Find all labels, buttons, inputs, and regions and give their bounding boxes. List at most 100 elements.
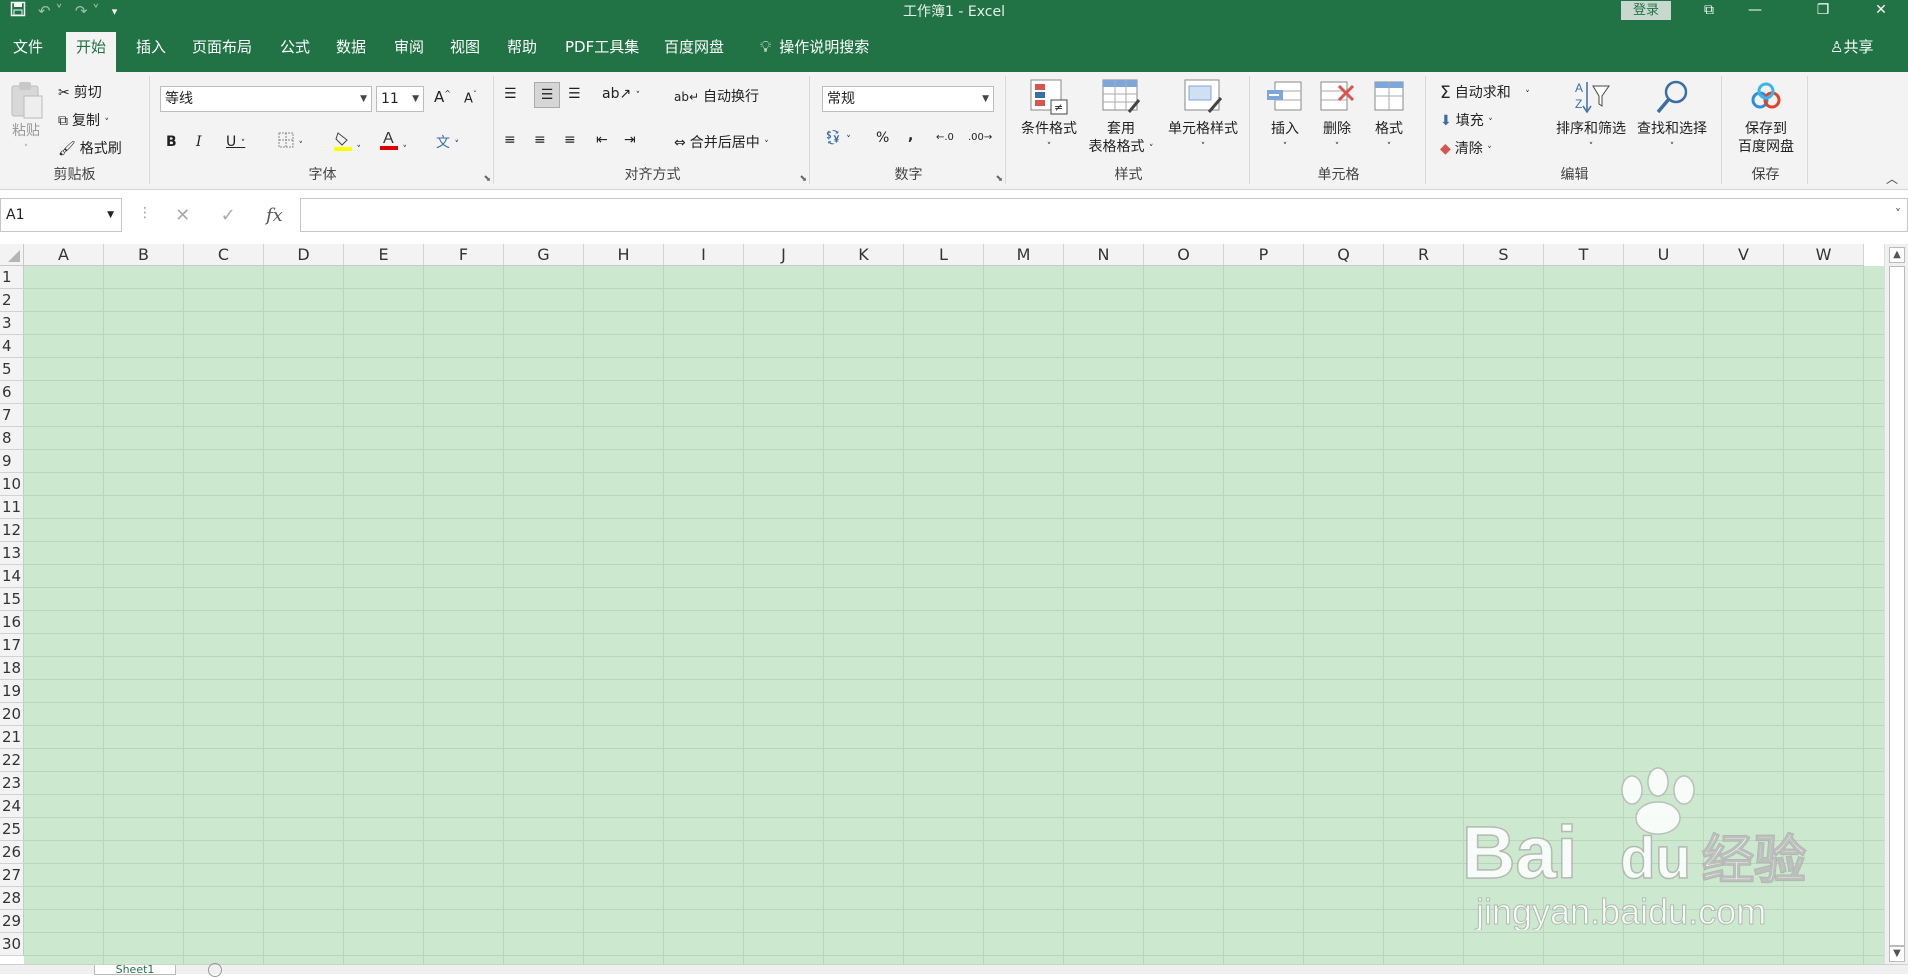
cell-area[interactable] [24,266,1884,964]
delete-cells-button[interactable]: 删除 ˅ [1314,78,1360,156]
middle-align-icon[interactable]: ☰ [534,82,560,108]
column-header-r[interactable]: R [1384,244,1464,266]
shrink-font-button[interactable]: Aˇ [464,90,477,106]
row-header-28[interactable]: 28 [0,887,24,910]
merge-center-button[interactable]: ⇔ 合并后居中 ˅ [674,132,769,152]
select-all-button[interactable] [0,244,24,266]
column-header-l[interactable]: L [904,244,984,266]
tab-help[interactable]: 帮助 [497,32,547,72]
row-header-15[interactable]: 15 [0,588,24,611]
row-header-3[interactable]: 3 [0,312,24,335]
row-header-19[interactable]: 19 [0,680,24,703]
chevron-down-icon[interactable]: ˅ [1895,207,1901,221]
percent-button[interactable]: % [876,130,889,146]
dialog-launcher-icon[interactable]: ⬊ [995,174,1003,184]
row-header-1[interactable]: 1 [0,266,24,289]
find-select-button[interactable]: 查找和选择 ˅ [1632,78,1712,156]
minimize-icon[interactable]: — [1732,0,1778,22]
bottom-align-icon[interactable]: ☰ [568,86,581,102]
dialog-launcher-icon[interactable]: ⬊ [483,174,491,184]
row-header-4[interactable]: 4 [0,335,24,358]
borders-button[interactable]: ˅ [278,132,303,152]
row-header-12[interactable]: 12 [0,519,24,542]
row-header-9[interactable]: 9 [0,450,24,473]
tab-baidu-netdisk[interactable]: 百度网盘 [654,32,734,72]
row-header-24[interactable]: 24 [0,795,24,818]
decrease-indent-icon[interactable]: ⇤ [596,132,608,148]
save-to-baidu-button[interactable]: 保存到 百度网盘 [1728,78,1804,156]
ribbon-display-icon[interactable]: ⧉ [1686,0,1732,22]
name-box[interactable]: A1 ▼ [0,198,122,232]
add-sheet-icon[interactable] [208,963,222,977]
italic-button[interactable]: I [196,134,202,150]
paste-button[interactable]: 粘贴 ˅ [6,80,46,158]
login-button[interactable]: 登录 [1621,1,1671,20]
row-header-6[interactable]: 6 [0,381,24,404]
row-header-23[interactable]: 23 [0,772,24,795]
tab-review[interactable]: 审阅 [384,32,434,72]
tab-page-layout[interactable]: 页面布局 [182,32,262,72]
row-header-16[interactable]: 16 [0,611,24,634]
column-header-n[interactable]: N [1064,244,1144,266]
row-header-22[interactable]: 22 [0,749,24,772]
row-header-14[interactable]: 14 [0,565,24,588]
row-header-8[interactable]: 8 [0,427,24,450]
fill-button[interactable]: ⬇ 填充 ˅ [1440,110,1493,130]
wrap-text-button[interactable]: ab↵ 自动换行 [674,86,759,106]
format-painter-button[interactable]: 🖌︎ 格式刷 [58,138,122,158]
tab-pdf-tools[interactable]: PDF工具集 [555,32,649,72]
clear-button[interactable]: ◆ 清除 ˅ [1440,138,1492,158]
tab-view[interactable]: 视图 [440,32,490,72]
orientation-icon[interactable]: ab↗ ˅ [602,86,640,102]
tab-insert[interactable]: 插入 [126,32,176,72]
scroll-thumb[interactable] [1889,266,1905,946]
column-header-v[interactable]: V [1704,244,1784,266]
row-header-2[interactable]: 2 [0,289,24,312]
share-button[interactable]: ♙共享 [1820,32,1883,72]
font-size-select[interactable]: 11 ▼ [376,86,424,112]
row-header-26[interactable]: 26 [0,841,24,864]
increase-decimal-icon[interactable]: ←.0 [936,132,954,143]
format-as-table-button[interactable]: 套用 表格格式 ˅ [1082,78,1160,158]
insert-cells-button[interactable]: 插入 ˅ [1262,78,1308,156]
close-icon[interactable]: ✕ [1858,0,1904,22]
align-right-icon[interactable]: ≡ [564,132,576,148]
cell-styles-button[interactable]: 单元格样式 ˅ [1160,78,1246,156]
insert-function-icon[interactable]: fx [266,205,283,226]
enter-icon[interactable]: ✓ [221,205,236,226]
dialog-launcher-icon[interactable]: ⬊ [799,174,807,184]
scroll-down-icon[interactable]: ▼ [1889,946,1905,962]
align-left-icon[interactable]: ≡ [504,132,516,148]
column-header-h[interactable]: H [584,244,664,266]
top-align-icon[interactable]: ☰ [504,86,517,102]
conditional-formatting-button[interactable]: ≠ 条件格式 ˅ [1016,78,1082,156]
tab-file[interactable]: 文件 [3,32,53,72]
phonetic-button[interactable]: 文 ˅ [436,132,459,152]
column-header-t[interactable]: T [1544,244,1624,266]
tab-data[interactable]: 数据 [326,32,376,72]
row-header-18[interactable]: 18 [0,657,24,680]
vertical-scrollbar[interactable]: ▲ ▼ [1884,244,1908,964]
column-header-f[interactable]: F [424,244,504,266]
column-header-b[interactable]: B [104,244,184,266]
row-header-27[interactable]: 27 [0,864,24,887]
tell-me-search[interactable]: 💡︎ 操作说明搜索 [750,32,879,72]
column-header-s[interactable]: S [1464,244,1544,266]
sort-filter-button[interactable]: AZ 排序和筛选 ˅ [1552,78,1630,156]
copy-button[interactable]: ⧉ 复制 ˅ [58,110,109,130]
row-header-10[interactable]: 10 [0,473,24,496]
column-header-d[interactable]: D [264,244,344,266]
accounting-format-button[interactable]: 💱︎ ˅ [824,130,851,146]
format-cells-button[interactable]: 格式 ˅ [1366,78,1412,156]
increase-indent-icon[interactable]: ⇥ [624,132,636,148]
column-header-k[interactable]: K [824,244,904,266]
column-header-u[interactable]: U [1624,244,1704,266]
number-format-select[interactable]: 常规 ▼ [822,86,994,112]
column-header-m[interactable]: M [984,244,1064,266]
row-header-13[interactable]: 13 [0,542,24,565]
column-header-e[interactable]: E [344,244,424,266]
font-name-select[interactable]: 等线 ▼ [160,86,372,112]
formula-input[interactable]: ˅ [300,198,1908,232]
font-color-button[interactable]: A ˅ [380,128,407,156]
column-header-g[interactable]: G [504,244,584,266]
